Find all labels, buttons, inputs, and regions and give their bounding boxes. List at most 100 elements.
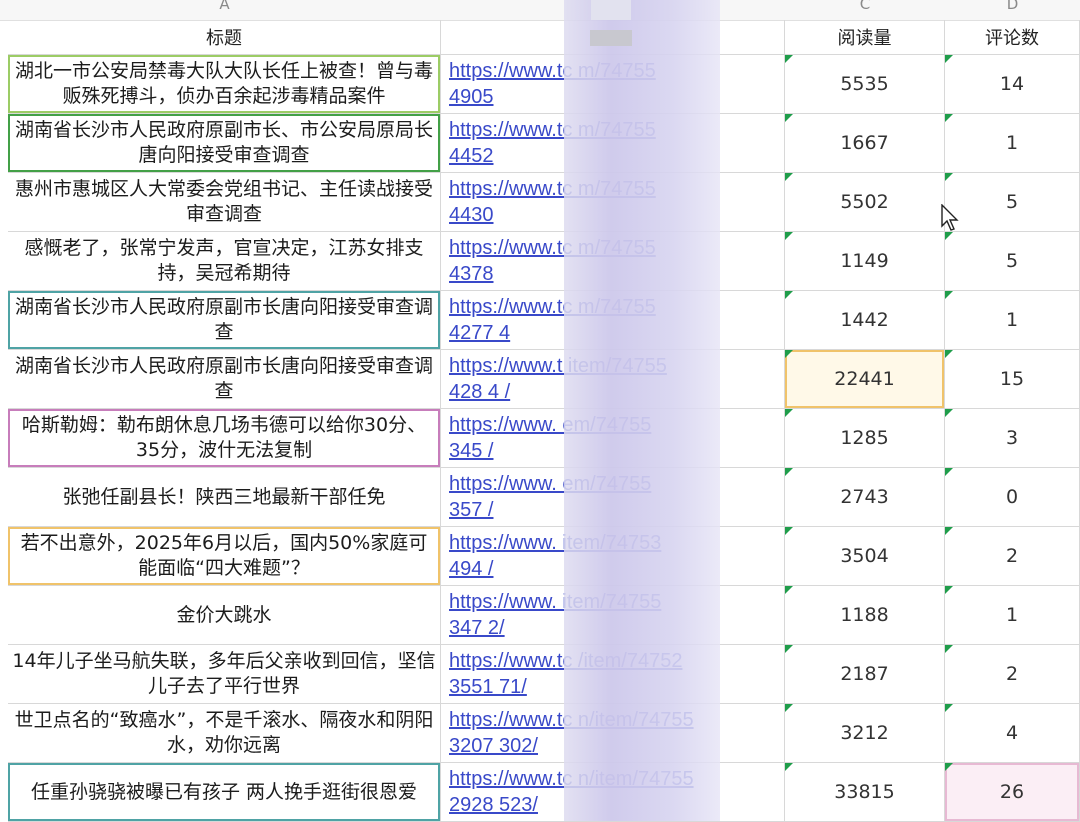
comments-cell[interactable]: 1 (945, 291, 1080, 350)
reads-cell[interactable]: 2187 (785, 645, 945, 704)
reads-cell[interactable]: 3504 (785, 527, 945, 586)
title-cell[interactable]: 湖南省长沙市人民政府原副市长唐向阳接受审查调查 (8, 291, 441, 350)
header-row: 标题 阅读量 评论数 (0, 20, 1080, 55)
link-cell[interactable]: https://www.tc m/74755 4452 (441, 114, 785, 173)
link-cell-text[interactable]: https://www. em/74755 357 / (441, 471, 651, 523)
reads-cell[interactable]: 1442 (785, 291, 945, 350)
comment-indicator (945, 704, 953, 712)
comments-cell[interactable]: 0 (945, 468, 1080, 527)
comments-cell[interactable]: 1 (945, 114, 1080, 173)
header-comments[interactable]: 评论数 (945, 20, 1080, 55)
comments-cell[interactable]: 2 (945, 645, 1080, 704)
reads-cell-text: 1149 (840, 250, 889, 272)
comments-cell[interactable]: 5 (945, 232, 1080, 291)
comment-indicator (785, 527, 793, 535)
link-cell[interactable]: https://www. em/74755 345 / (441, 409, 785, 468)
redaction-blur-top (591, 0, 631, 20)
comment-indicator (945, 586, 953, 594)
comment-indicator (785, 114, 793, 122)
title-cell-text: 哈斯勒姆：勒布朗休息几场韦德可以给你30分、35分，波什无法复制 (21, 414, 427, 461)
link-cell-text[interactable]: https://www.tc m/74755 4277 4 (441, 294, 656, 346)
link-cell-text[interactable]: https://www. item/74755 347 2/ (441, 589, 661, 641)
title-cell[interactable]: 张弛任副县长！陕西三地最新干部任免 (8, 468, 441, 527)
comment-indicator (945, 55, 953, 63)
reads-cell[interactable]: 1285 (785, 409, 945, 468)
link-cell[interactable]: https://www.tc n/item/74755 3207 302/ (441, 704, 785, 763)
comments-cell-text: 14 (999, 73, 1025, 95)
title-cell[interactable]: 湖南省长沙市人民政府原副市长唐向阳接受审查调查 (8, 350, 441, 409)
link-cell-text[interactable]: https://www. item/74753 494 / (441, 530, 661, 582)
link-cell-text[interactable]: https://www.tc m/74755 4430 (441, 176, 656, 228)
reads-cell[interactable]: 2743 (785, 468, 945, 527)
link-cell-text[interactable]: https://www. em/74755 345 / (441, 412, 651, 464)
column-letter-d[interactable]: D (945, 0, 1080, 20)
comment-indicator (785, 763, 793, 771)
title-cell[interactable]: 哈斯勒姆：勒布朗休息几场韦德可以给你30分、35分，波什无法复制 (8, 409, 441, 468)
comments-cell[interactable]: 1 (945, 586, 1080, 645)
comment-indicator (945, 291, 953, 299)
comments-cell[interactable]: 3 (945, 409, 1080, 468)
reads-cell-text: 5502 (840, 191, 889, 213)
title-cell-text: 惠州市惠城区人大常委会党组书记、主任读战接受审查调查 (14, 178, 433, 225)
title-cell-text: 金价大跳水 (176, 603, 272, 626)
comment-indicator (945, 409, 953, 417)
comments-cell[interactable]: 2 (945, 527, 1080, 586)
link-cell[interactable]: https://www. em/74755 357 / (441, 468, 785, 527)
reads-cell[interactable]: 1667 (785, 114, 945, 173)
link-cell[interactable]: https://www.tc m/74755 4905 (441, 55, 785, 114)
comments-cell-text: 5 (1005, 250, 1019, 272)
link-cell[interactable]: https://www.tc m/74755 4430 (441, 173, 785, 232)
redacted-header-label (590, 30, 632, 46)
comments-cell-text: 2 (1005, 663, 1019, 685)
comments-cell-text: 1 (1005, 132, 1019, 154)
comments-cell[interactable]: 15 (945, 350, 1080, 409)
title-cell[interactable]: 任重孙骁骁被曝已有孩子 两人挽手逛街很恩爱 (8, 763, 441, 822)
link-cell-text[interactable]: https://www.tc n/item/74755 3207 302/ (441, 707, 694, 759)
table-row: 世卫点名的“致癌水”，不是千滚水、隔夜水和阴阳水，劝你远离 https://www… (0, 704, 1080, 763)
link-cell-text[interactable]: https://www.t item/74755 428 4 / (441, 353, 667, 405)
reads-cell[interactable]: 5502 (785, 173, 945, 232)
reads-cell[interactable]: 33815 (785, 763, 945, 822)
link-cell[interactable]: https://www. item/74755 347 2/ (441, 586, 785, 645)
link-cell-text[interactable]: https://www.tc m/74755 4452 (441, 117, 656, 169)
title-cell[interactable]: 惠州市惠城区人大常委会党组书记、主任读战接受审查调查 (8, 173, 441, 232)
comment-indicator (785, 586, 793, 594)
link-cell[interactable]: https://www. item/74753 494 / (441, 527, 785, 586)
comments-cell[interactable]: 14 (945, 55, 1080, 114)
reads-cell[interactable]: 3212 (785, 704, 945, 763)
reads-cell[interactable]: 5535 (785, 55, 945, 114)
reads-cell[interactable]: 1188 (785, 586, 945, 645)
link-cell[interactable]: https://www.tc /item/74752 3551 71/ (441, 645, 785, 704)
title-cell-text: 湖南省长沙市人民政府原副市长唐向阳接受审查调查 (14, 296, 433, 343)
link-cell-text[interactable]: https://www.tc n/item/74755 2928 523/ (441, 766, 694, 818)
comments-cell[interactable]: 5 (945, 173, 1080, 232)
title-cell[interactable]: 14年儿子坐马航失联，多年后父亲收到回信，坚信儿子去了平行世界 (8, 645, 441, 704)
link-cell-text[interactable]: https://www.tc m/74755 4378 (441, 235, 656, 287)
title-cell[interactable]: 若不出意外，2025年6月以后，国内50%家庭可能面临“四大难题”？ (8, 527, 441, 586)
reads-cell-text: 3212 (840, 722, 889, 744)
comments-cell[interactable]: 26 (945, 763, 1080, 822)
reads-cell[interactable]: 1149 (785, 232, 945, 291)
reads-cell[interactable]: 22441 (785, 350, 945, 409)
comments-cell[interactable]: 4 (945, 704, 1080, 763)
comments-cell-text: 2 (1005, 545, 1019, 567)
title-cell[interactable]: 湖北一市公安局禁毒大队大队长任上被查！曾与毒贩殊死搏斗，侦办百余起涉毒精品案件 (8, 55, 441, 114)
column-letter-bar: A C D (0, 0, 1080, 21)
link-cell-text[interactable]: https://www.tc /item/74752 3551 71/ (441, 648, 682, 700)
title-cell[interactable]: 湖南省长沙市人民政府原副市长、市公安局原局长唐向阳接受审查调查 (8, 114, 441, 173)
link-cell[interactable]: https://www.tc n/item/74755 2928 523/ (441, 763, 785, 822)
column-letter-c[interactable]: C (785, 0, 945, 20)
column-letter-a[interactable]: A (8, 0, 441, 20)
title-cell-text: 世卫点名的“致癌水”，不是千滚水、隔夜水和阴阳水，劝你远离 (14, 709, 434, 756)
link-cell[interactable]: https://www.t item/74755 428 4 / (441, 350, 785, 409)
reads-cell-text: 1667 (840, 132, 889, 154)
link-cell-text[interactable]: https://www.tc m/74755 4905 (441, 58, 656, 110)
title-cell[interactable]: 世卫点名的“致癌水”，不是千滚水、隔夜水和阴阳水，劝你远离 (8, 704, 441, 763)
header-title[interactable]: 标题 (8, 20, 441, 55)
link-cell[interactable]: https://www.tc m/74755 4378 (441, 232, 785, 291)
link-cell[interactable]: https://www.tc m/74755 4277 4 (441, 291, 785, 350)
title-cell[interactable]: 感慨老了，张常宁发声，官宣决定，江苏女排支持，吴冠希期待 (8, 232, 441, 291)
header-reads[interactable]: 阅读量 (785, 20, 945, 55)
title-cell[interactable]: 金价大跳水 (8, 586, 441, 645)
title-cell-text: 任重孙骁骁被曝已有孩子 两人挽手逛街很恩爱 (30, 780, 418, 803)
